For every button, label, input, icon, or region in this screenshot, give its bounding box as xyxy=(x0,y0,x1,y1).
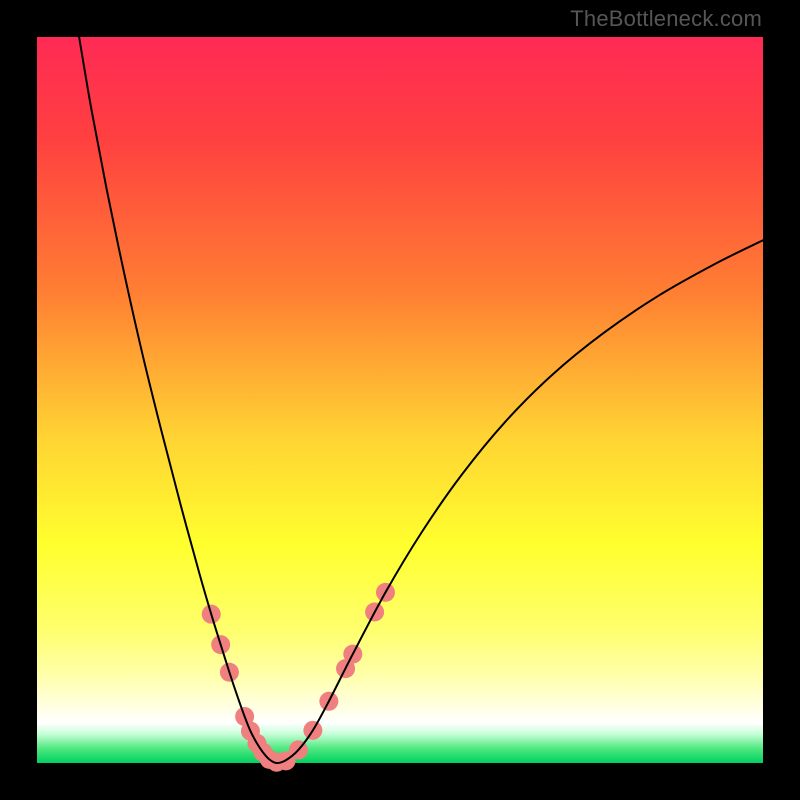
watermark-text: TheBottleneck.com xyxy=(570,6,762,32)
bottleneck-chart xyxy=(37,37,763,763)
gradient-background xyxy=(37,37,763,763)
plot-area xyxy=(37,37,763,763)
frame: TheBottleneck.com xyxy=(0,0,800,800)
